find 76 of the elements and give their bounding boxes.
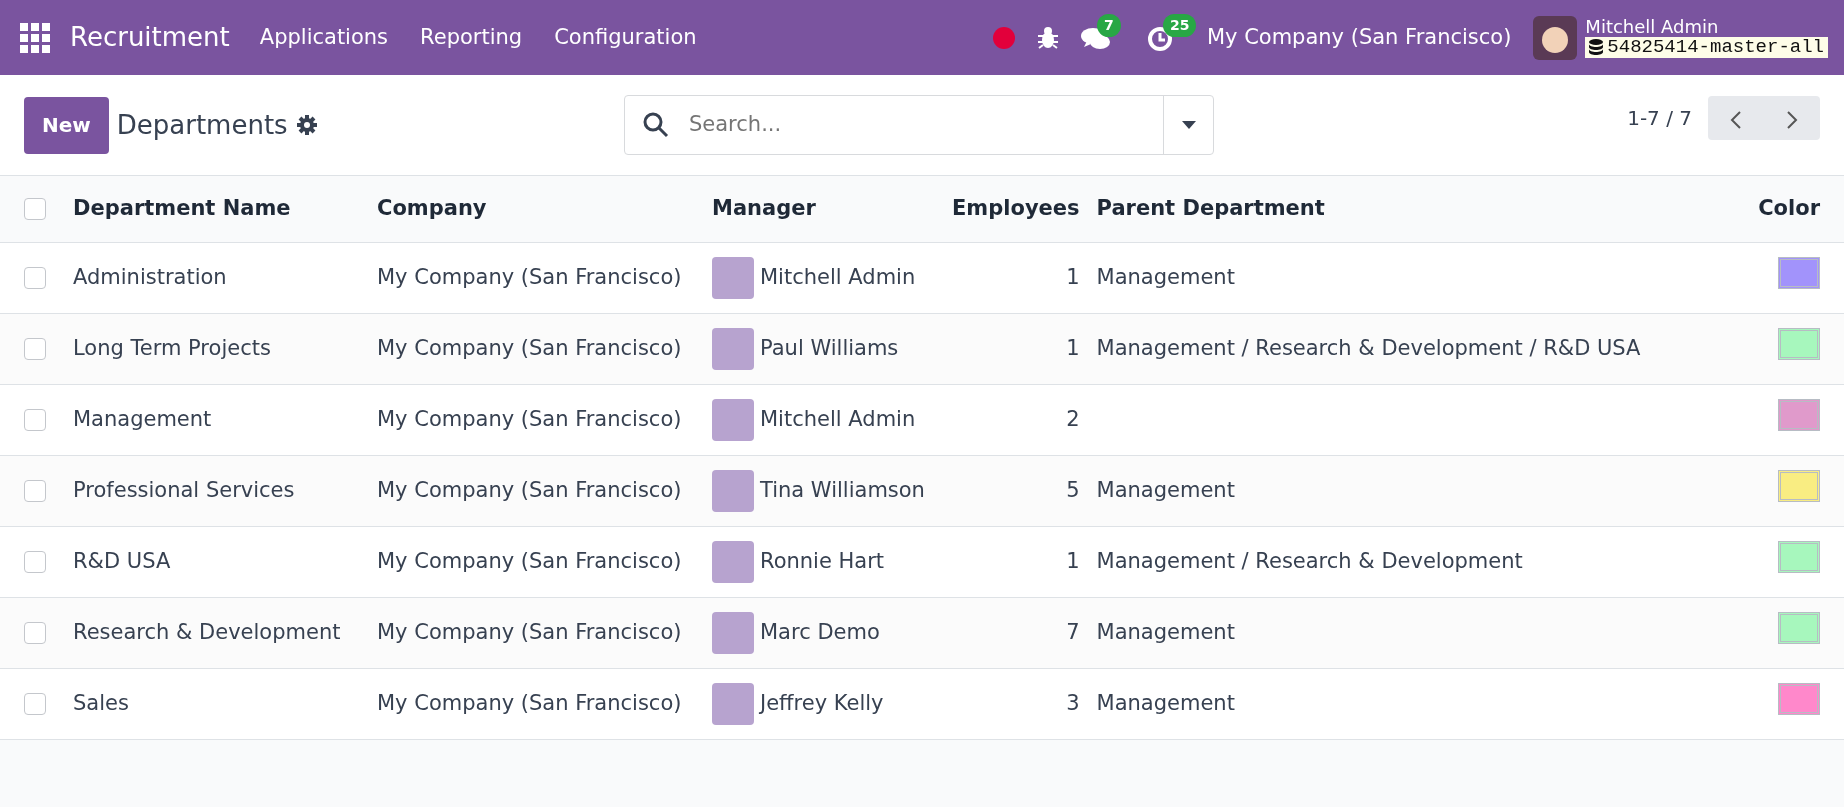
parent-department: Management / Research & Development / R&D USA: [1096, 335, 1641, 360]
manager-name: Paul Williams: [760, 335, 899, 360]
manager-name: Jeffrey Kelly: [760, 690, 884, 715]
user-avatar-icon[interactable]: [1533, 15, 1578, 60]
page-title: Departments: [116, 108, 288, 142]
manager-name: Mitchell Admin: [760, 264, 916, 289]
company-name: My Company (San Francisco): [377, 264, 682, 289]
chevron-left-icon: [1730, 109, 1742, 130]
search-bar[interactable]: Search...: [624, 95, 1214, 155]
department-name: R&D USA: [73, 548, 171, 573]
employee-count: 3: [1066, 690, 1080, 715]
company-name: My Company (San Francisco): [377, 477, 682, 502]
employee-count: 5: [1066, 477, 1080, 502]
settings-icon[interactable]: [295, 114, 318, 136]
department-name: Long Term Projects: [73, 335, 271, 360]
new-button[interactable]: New: [24, 96, 109, 154]
previous-page-button[interactable]: [1708, 96, 1764, 140]
row-checkbox[interactable]: [24, 266, 46, 289]
department-name: Management: [73, 406, 212, 431]
row-checkbox[interactable]: [24, 479, 46, 502]
avatar-placeholder: [712, 256, 754, 299]
bug-icon[interactable]: [1036, 25, 1059, 50]
manager-name: Ronnie Hart: [760, 548, 885, 573]
search-field[interactable]: Search...: [687, 108, 1163, 142]
employee-count: 7: [1066, 619, 1080, 644]
parent-department: Management: [1096, 264, 1235, 289]
avatar-placeholder: [712, 682, 754, 725]
avatar-placeholder: [712, 540, 754, 583]
employee-count: 1: [1066, 335, 1080, 360]
menu-item[interactable]: Configuration: [538, 21, 713, 54]
row-checkbox[interactable]: [24, 408, 46, 431]
row-checkbox[interactable]: [24, 621, 46, 644]
parent-department: Management: [1096, 619, 1235, 644]
user-name[interactable]: Mitchell Admin: [1585, 17, 1828, 37]
message-count-badge: 7: [1096, 13, 1121, 37]
manager-name: Marc Demo: [760, 619, 880, 644]
parent-department: Management / Research & Development: [1096, 548, 1523, 573]
avatar-placeholder: [712, 327, 754, 370]
row-checkbox[interactable]: [24, 550, 46, 573]
department-name: Sales: [73, 690, 129, 715]
app-name[interactable]: Recruitment: [70, 18, 230, 57]
company-name: My Company (San Francisco): [377, 619, 682, 644]
avatar-placeholder: [712, 469, 754, 512]
row-checkbox[interactable]: [24, 337, 46, 360]
clock-icon[interactable]: [1146, 26, 1173, 52]
employee-count: 1: [1066, 264, 1080, 289]
parent-department: Management: [1096, 477, 1235, 502]
company-name: My Company (San Francisco): [377, 548, 682, 573]
department-name: Administration: [73, 264, 227, 289]
activity-count-badge: 25: [1162, 13, 1197, 37]
chevron-right-icon: [1786, 109, 1798, 130]
row-checkbox[interactable]: [24, 692, 46, 715]
manager-name: Tina Williamson: [760, 477, 925, 502]
menu-item[interactable]: Applications: [243, 21, 405, 54]
dropdown-caret-icon[interactable]: [1181, 121, 1196, 129]
database-name: 54825414-master-all: [1607, 36, 1824, 58]
pager-value[interactable]: 1-7 / 7: [1627, 103, 1692, 133]
menu-item[interactable]: Reporting: [404, 21, 539, 54]
next-page-button[interactable]: [1764, 96, 1820, 140]
company-name: My Company (San Francisco): [377, 406, 682, 431]
company-name: My Company (San Francisco): [377, 690, 682, 715]
select-all-checkbox[interactable]: [24, 198, 46, 220]
apps-menu-icon[interactable]: [20, 22, 50, 53]
employee-count: 1: [1066, 548, 1080, 573]
search-icon: [643, 112, 669, 138]
company-switcher[interactable]: My Company (San Francisco): [1206, 21, 1512, 54]
database-icon: [1589, 39, 1604, 56]
department-name: Research & Development: [73, 619, 341, 644]
avatar-placeholder: [712, 398, 754, 441]
parent-department: Management: [1096, 690, 1235, 715]
department-name: Professional Services: [73, 477, 295, 502]
manager-name: Mitchell Admin: [760, 406, 916, 431]
employee-count: 2: [1066, 406, 1080, 431]
avatar-placeholder: [712, 611, 754, 654]
record-icon[interactable]: [992, 26, 1015, 49]
company-name: My Company (San Francisco): [377, 335, 682, 360]
